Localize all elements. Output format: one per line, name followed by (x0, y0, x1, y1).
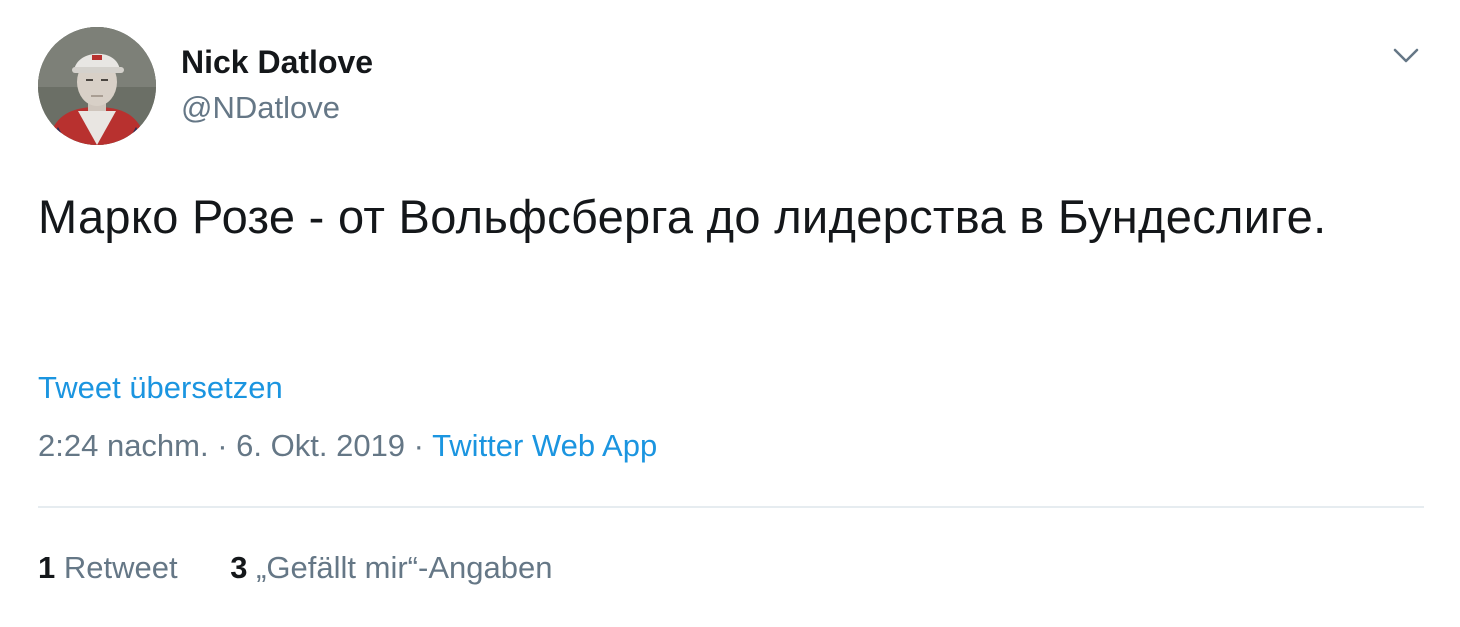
tweet-source-link[interactable]: Twitter Web App (432, 428, 657, 463)
like-count: 3 (230, 550, 248, 585)
divider (38, 506, 1424, 508)
tweet-metadata: 2:24 nachm. · 6. Okt. 2019 · Twitter Web… (38, 426, 657, 466)
retweets-stat[interactable]: 1 Retweet (38, 548, 178, 588)
tweet-card: Nick Datlove @NDatlove Марко Розе - от В… (0, 0, 1460, 627)
tweet-menu-button[interactable] (1386, 40, 1426, 72)
author-handle[interactable]: @NDatlove (181, 88, 340, 128)
meta-separator: · (208, 428, 237, 463)
likes-stat[interactable]: 3 „Gefällt mir“-Angaben (230, 548, 552, 588)
meta-separator: · (405, 428, 433, 463)
tweet-time[interactable]: 2:24 nachm. (38, 428, 209, 463)
chevron-down-icon (1393, 48, 1419, 63)
translate-tweet-link[interactable]: Tweet übersetzen (38, 368, 283, 408)
author-display-name[interactable]: Nick Datlove (181, 42, 373, 82)
tweet-stats: 1 Retweet 3 „Gefällt mir“-Angaben (38, 548, 596, 588)
like-label: „Gefällt mir“-Angaben (256, 550, 553, 585)
retweet-count: 1 (38, 550, 56, 585)
tweet-date[interactable]: 6. Okt. 2019 (236, 428, 405, 463)
avatar[interactable] (38, 27, 156, 145)
retweet-label: Retweet (63, 550, 178, 585)
tweet-text: Марко Розе - от Вольфсберга до лидерства… (38, 190, 1327, 243)
user-avatar-icon (38, 27, 156, 145)
